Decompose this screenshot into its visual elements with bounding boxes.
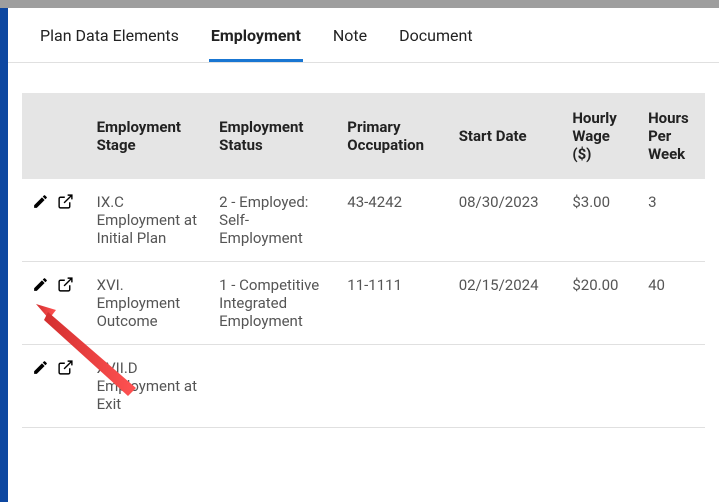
table-row: IX.C Employment at Initial Plan 2 - Empl… [22, 179, 705, 262]
table-row: XVI. Employment Outcome 1 - Competitive … [22, 262, 705, 345]
cell-start-date [449, 345, 563, 428]
col-header-wage: Hourly Wage ($) [562, 93, 638, 179]
col-header-stage: Employment Stage [87, 93, 210, 179]
cell-stage: IX.C Employment at Initial Plan [87, 179, 210, 262]
tab-note[interactable]: Note [331, 26, 369, 62]
col-header-status: Employment Status [209, 93, 337, 179]
col-header-start-date: Start Date [449, 93, 563, 179]
tab-plan-data-elements[interactable]: Plan Data Elements [38, 26, 181, 62]
cell-status: 1 - Competitive Integrated Employment [209, 262, 337, 345]
cell-wage: $20.00 [562, 262, 638, 345]
open-in-new-icon[interactable] [57, 276, 74, 297]
cell-status [209, 345, 337, 428]
cell-occupation [337, 345, 448, 428]
cell-hours: 40 [638, 262, 705, 345]
open-in-new-icon[interactable] [57, 193, 74, 214]
cell-wage [562, 345, 638, 428]
cell-start-date: 08/30/2023 [449, 179, 563, 262]
edit-icon[interactable] [32, 193, 49, 214]
col-header-hours: Hours Per Week [638, 93, 705, 179]
table-row: XVII.D Employment at Exit [22, 345, 705, 428]
cell-occupation: 43-4242 [337, 179, 448, 262]
cell-status: 2 - Employed: Self-Employment [209, 179, 337, 262]
edit-icon[interactable] [32, 359, 49, 380]
tab-employment[interactable]: Employment [209, 26, 303, 62]
col-header-actions [22, 93, 87, 179]
cell-occupation: 11-1111 [337, 262, 448, 345]
cell-start-date: 02/15/2024 [449, 262, 563, 345]
window-top-bar [0, 0, 719, 8]
open-in-new-icon[interactable] [57, 359, 74, 380]
cell-hours [638, 345, 705, 428]
cell-wage: $3.00 [562, 179, 638, 262]
cell-hours: 3 [638, 179, 705, 262]
col-header-occupation: Primary Occupation [337, 93, 448, 179]
employment-table: Employment Stage Employment Status Prima… [22, 93, 705, 428]
cell-stage: XVI. Employment Outcome [87, 262, 210, 345]
cell-stage: XVII.D Employment at Exit [87, 345, 210, 428]
left-nav-sliver [0, 8, 8, 502]
edit-icon[interactable] [32, 276, 49, 297]
tab-document[interactable]: Document [397, 26, 474, 62]
tab-bar: Plan Data Elements Employment Note Docum… [8, 8, 719, 63]
